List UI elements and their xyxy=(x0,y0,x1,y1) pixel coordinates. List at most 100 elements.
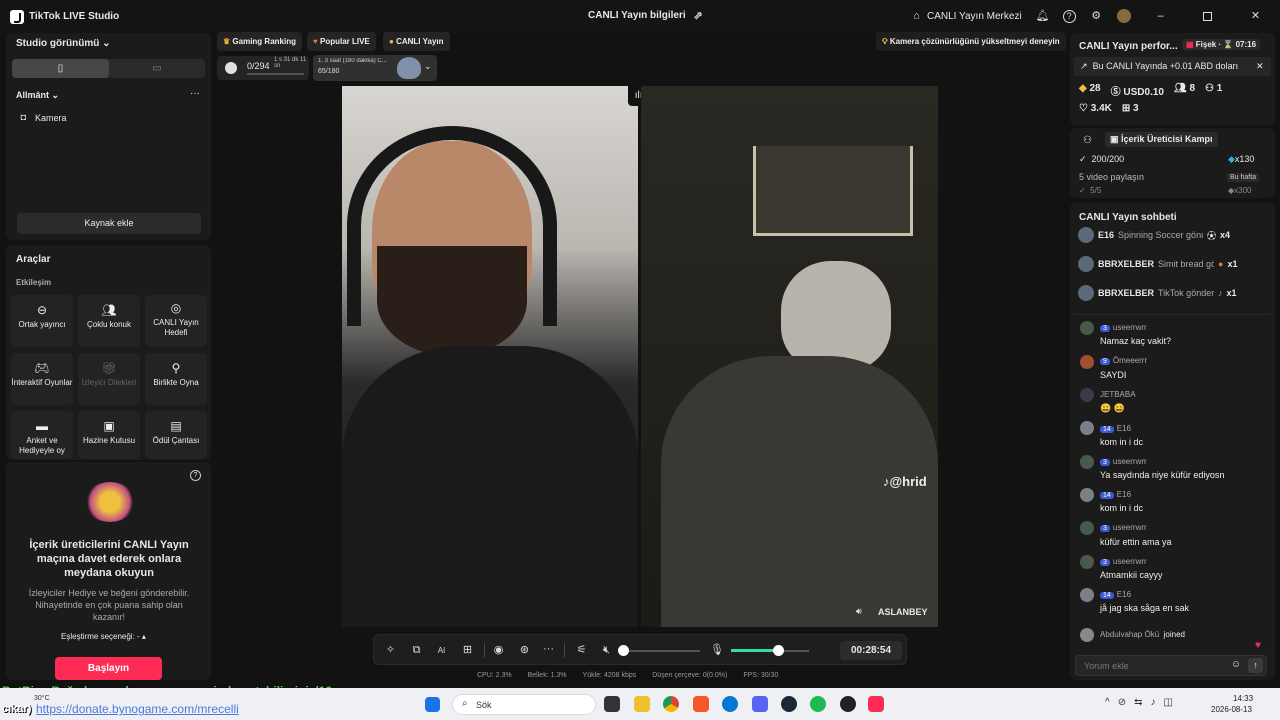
discord-icon[interactable] xyxy=(752,696,768,712)
spotify-icon[interactable] xyxy=(810,696,826,712)
follow-stat: ⚇ 1 xyxy=(1205,83,1223,94)
stats-bar: CPU: 2.3% Bellek: 1.3% Yükle: 4208 kbps … xyxy=(477,672,778,679)
chat-user[interactable]: 14 E16 xyxy=(1100,424,1131,433)
steam-icon[interactable] xyxy=(781,696,797,712)
tool-treasure-box[interactable]: ▣ Hazine Kutusu xyxy=(78,411,140,459)
tag-popular-live[interactable]: ♥ Popular LIVE xyxy=(307,32,376,51)
mic-icon[interactable]: 🎙︎ xyxy=(710,644,724,657)
avatar[interactable] xyxy=(1116,9,1131,23)
help-icon[interactable]: ? xyxy=(1062,9,1076,23)
botrix-line2[interactable]: https://donate.bynogame.com/mrecelli xyxy=(36,702,239,716)
chat-user[interactable]: 9 Ömeeerrr xyxy=(1100,356,1147,365)
tool-live-goal[interactable]: ◎ CANLI Yayın Hedefi xyxy=(145,295,207,347)
mute-icon[interactable]: 🔇︎ xyxy=(600,644,613,657)
ranking-widget[interactable]: 0/294 1 s 31 dk 11 sn xyxy=(217,56,309,80)
users-icon: 👥︎ xyxy=(101,303,117,317)
volume-knob[interactable] xyxy=(618,645,629,656)
tiktok-live-icon[interactable] xyxy=(868,696,884,712)
chat-user[interactable]: 3 useerrwrr xyxy=(1100,557,1147,566)
chat-user[interactable]: 14 E16 xyxy=(1100,590,1131,599)
gamepad-icon: 🎮︎ xyxy=(34,361,50,375)
more-icon[interactable]: ··· xyxy=(542,643,555,656)
chat-user[interactable]: 3 useerrwrr xyxy=(1100,457,1147,466)
effects-icon[interactable]: ⧉ xyxy=(410,644,423,657)
camp-progress: ✓ 200/200 xyxy=(1079,154,1125,164)
task-widget[interactable]: 1. 3 saat (180 dakika) C... 65/180 ⌄ xyxy=(313,55,437,81)
perf-title[interactable]: CANLI Yayın perfor... xyxy=(1079,41,1178,52)
cpu-stat: CPU: 2.3% xyxy=(477,672,512,679)
help-icon[interactable]: ? xyxy=(190,470,201,481)
emoji-icon[interactable]: ☺ xyxy=(1231,659,1241,670)
mic-knob[interactable] xyxy=(772,645,784,656)
close-icon[interactable]: ✕ xyxy=(1256,61,1264,72)
cast-icon[interactable]: ⊛ xyxy=(518,644,531,657)
gift-icon: ♪ xyxy=(1218,288,1223,298)
chat-user[interactable]: 14 E16 xyxy=(1100,490,1131,499)
ai-icon[interactable]: AI xyxy=(435,644,448,657)
tag-gaming-ranking[interactable]: ♛ Gaming Ranking xyxy=(217,32,302,51)
face-icon: ● xyxy=(389,37,394,46)
live-info-title[interactable]: CANLI Yayın bilgileri ⇗ xyxy=(588,10,705,23)
volume-slider[interactable] xyxy=(622,650,700,652)
chat-user[interactable]: JETBABA xyxy=(1100,390,1136,399)
tool-poll[interactable]: ▬ Anket ve Hediyeyle oy xyxy=(11,411,73,459)
tool-multi-guest[interactable]: 👥︎ Çoklu konuk xyxy=(78,295,140,347)
obs-icon[interactable] xyxy=(840,696,856,712)
source-camera[interactable]: ◘ Kamera xyxy=(17,111,67,124)
chat-message: SAYDI xyxy=(1100,370,1127,380)
add-source-button[interactable]: Kaynak ekle xyxy=(17,213,201,234)
bell-icon[interactable]: 🔔︎ xyxy=(1036,10,1050,23)
chat-user[interactable]: 3 useerrwrr xyxy=(1100,323,1147,332)
chat-message: Namaz kaç vakit? xyxy=(1100,336,1172,346)
avatar xyxy=(1080,421,1094,435)
sliders-icon[interactable]: ⚟ xyxy=(575,644,588,657)
tool-viewer-wishes[interactable]: 🎁︎ İzleyici Dilekleri xyxy=(78,353,140,405)
tag-live[interactable]: ● CANLI Yayın xyxy=(383,32,450,51)
heart-icon: ♥ xyxy=(1255,640,1261,651)
magic-icon[interactable]: ✧ xyxy=(384,644,397,657)
chat-user[interactable]: 3 useerrwrr xyxy=(1100,523,1147,532)
chat-message: 😄 😄 xyxy=(1100,403,1125,413)
firework-badge[interactable]: ▦ Fişek · ⌛ 07:16 xyxy=(1182,39,1261,50)
maximize-icon[interactable] xyxy=(1203,12,1212,21)
tool-play-together[interactable]: ⚲ Birlikte Oyna xyxy=(145,353,207,405)
tool-reward-bag[interactable]: ▤ Ödül Çantası xyxy=(145,411,207,459)
camp-button[interactable]: ▣ İçerik Üreticisi Kampı xyxy=(1105,132,1218,147)
portrait-view-button[interactable]: ▯ xyxy=(12,59,109,78)
chat-message: jå jag ska såga en sak xyxy=(1100,603,1190,613)
send-button[interactable]: ↑ xyxy=(1248,658,1263,673)
mascot-icon xyxy=(397,57,421,79)
live-center-button[interactable]: ⌂ CANLI Yayın Merkezi xyxy=(910,10,1022,23)
scene-dropdown[interactable]: Allmânt ⌄ xyxy=(16,90,59,101)
edge-icon[interactable] xyxy=(722,696,738,712)
avatar xyxy=(1080,555,1094,569)
share-icon[interactable]: ⇗ xyxy=(692,10,705,23)
earning-note[interactable]: ↗ Bu CANLI Yayında +0.01 ABD doları xyxy=(1074,57,1271,76)
minimize-icon[interactable]: – xyxy=(1154,10,1167,23)
app-logo: TikTok LIVE Studio xyxy=(10,9,119,24)
close-icon[interactable]: ✕ xyxy=(1249,10,1262,23)
tool-co-host[interactable]: ⊖ Ortak yayıncı xyxy=(11,295,73,347)
clock-date: 2026-08-13 xyxy=(1211,705,1252,714)
brave-icon[interactable] xyxy=(693,696,709,712)
studio-view-dropdown[interactable]: Studio görünümü ⌄ xyxy=(16,38,111,49)
camera-hint[interactable]: 💡︎ Kamera çözünürlüğünü yükseltmeyi dene… xyxy=(876,32,1066,51)
start-button[interactable]: Başlayın xyxy=(55,657,162,680)
record-icon[interactable]: ◉ xyxy=(492,644,505,657)
comment-input[interactable]: Yorum ekle ☺ ↑ xyxy=(1075,655,1267,676)
taskbar-search[interactable]: ⌕ Sök xyxy=(452,694,596,715)
file-explorer-icon[interactable] xyxy=(634,696,650,712)
landscape-view-button[interactable]: ▭ xyxy=(109,59,205,78)
gift-row: BBRXELBER Simit bread gönderildi ●x1 xyxy=(1078,256,1258,272)
add-icon[interactable]: ⊞ xyxy=(461,644,474,657)
gear-icon[interactable]: ⚙ xyxy=(1090,10,1103,23)
tool-interactive-games[interactable]: 🎮︎ İnteraktif Oyunlar xyxy=(11,353,73,405)
clock-time: 14:33 xyxy=(1233,694,1254,703)
speaker-icon[interactable]: 🔊︎ xyxy=(856,606,862,617)
match-option-dropdown[interactable]: Eşleştirme seçeneği: - ▴ xyxy=(61,632,146,641)
chrome-icon[interactable] xyxy=(663,696,679,712)
windows-start-icon[interactable] xyxy=(425,697,440,712)
more-icon[interactable]: ··· xyxy=(190,88,200,99)
task-view-icon[interactable] xyxy=(604,696,620,712)
chevron-down-icon[interactable]: ⌄ xyxy=(424,61,432,72)
